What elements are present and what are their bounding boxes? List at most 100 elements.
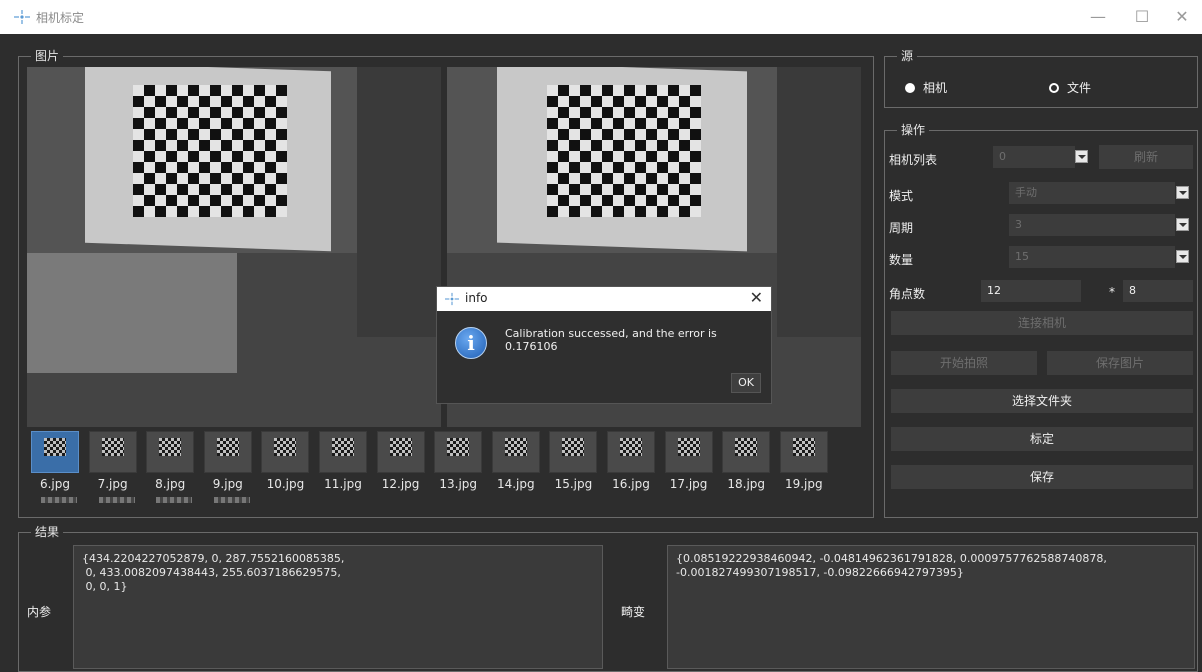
- thumbnail-checkerboard: [44, 438, 66, 456]
- corners-label: 角点数: [889, 287, 926, 301]
- thumbnail-checkerboard: [332, 438, 354, 456]
- thumbnail-checkerboard: [620, 438, 642, 456]
- corners-x-input[interactable]: 12: [981, 280, 1081, 302]
- connect-camera-button[interactable]: 连接相机: [891, 311, 1193, 335]
- thumbnail-image[interactable]: [664, 431, 713, 473]
- intrinsics-textbox[interactable]: {434.2204227052879, 0, 287.7552160085385…: [73, 545, 603, 669]
- dialog-ok-button[interactable]: OK: [731, 373, 761, 393]
- thumbnail-row-partial: [156, 497, 193, 503]
- thumbnail-image[interactable]: [549, 431, 598, 473]
- info-dialog: info ✕ i Calibration successed, and the …: [436, 286, 772, 404]
- mode-dropdown[interactable]: 手动: [1009, 182, 1175, 204]
- radio-selected-icon: [905, 83, 915, 93]
- dialog-titlebar: info ✕: [437, 287, 771, 311]
- results-group-title: 结果: [31, 524, 64, 540]
- thumbnail-checkerboard: [562, 438, 585, 456]
- camera-list-dropdown-icon[interactable]: [1075, 150, 1088, 163]
- refresh-button[interactable]: 刷新: [1099, 145, 1193, 169]
- camera-list-value: 0: [999, 150, 1006, 163]
- distortion-label: 畸变: [621, 605, 646, 619]
- thumbnail-label[interactable]: 6.jpg: [27, 477, 83, 491]
- thumbnail-image[interactable]: [607, 431, 655, 473]
- corners-separator: *: [1109, 285, 1115, 299]
- dialog-close-icon[interactable]: ✕: [750, 288, 763, 307]
- thumbnail-label[interactable]: 12.jpg: [373, 477, 429, 491]
- thumbnail-row-partial: [41, 497, 77, 503]
- thumbnail-label[interactable]: 10.jpg: [257, 477, 313, 491]
- thumbnail-checkerboard: [792, 438, 815, 456]
- thumbnail-image[interactable]: [88, 431, 137, 473]
- thumbnail-label[interactable]: 18.jpg: [718, 477, 774, 491]
- maximize-button[interactable]: ☐: [1122, 4, 1162, 30]
- calibrate-button[interactable]: 标定: [891, 427, 1193, 451]
- app-icon: [14, 10, 30, 24]
- thumbnail-image[interactable]: [31, 431, 79, 473]
- thumbnail-image[interactable]: [722, 431, 771, 473]
- corners-y-input[interactable]: 8: [1123, 280, 1193, 302]
- mode-label: 模式: [889, 189, 914, 203]
- thumbnail-row-partial: [213, 497, 250, 503]
- corners-y-value: 8: [1129, 284, 1136, 297]
- minimize-button[interactable]: —: [1078, 4, 1118, 30]
- file-radio-label: 文件: [1067, 81, 1092, 95]
- thumbnail-image[interactable]: [319, 431, 367, 473]
- camera-radio-label: 相机: [923, 81, 948, 95]
- period-value: 3: [1015, 218, 1022, 231]
- thumbnail-label[interactable]: 8.jpg: [142, 477, 198, 491]
- thumbnail-checkerboard: [101, 438, 124, 456]
- count-value: 15: [1015, 250, 1029, 263]
- count-dropdown[interactable]: 15: [1009, 246, 1175, 268]
- mode-value: 手动: [1015, 186, 1037, 199]
- thumbnail-label[interactable]: 16.jpg: [603, 477, 659, 491]
- close-button[interactable]: ✕: [1162, 4, 1202, 30]
- thumbnail-label[interactable]: 15.jpg: [545, 477, 601, 491]
- camera-radio[interactable]: 相机: [905, 79, 947, 96]
- thumbnail-label[interactable]: 19.jpg: [776, 477, 832, 491]
- save-images-button[interactable]: 保存图片: [1047, 351, 1193, 375]
- thumbnail-checkerboard: [447, 438, 470, 456]
- thumbnail-checkerboard: [677, 438, 700, 456]
- period-dropdown[interactable]: 3: [1009, 214, 1175, 236]
- images-group-title: 图片: [31, 48, 64, 64]
- thumbnail-label[interactable]: 17.jpg: [661, 477, 717, 491]
- thumbnail-image[interactable]: [203, 431, 252, 473]
- thumbnail-image[interactable]: [491, 431, 540, 473]
- save-button[interactable]: 保存: [891, 465, 1193, 489]
- count-label: 数量: [889, 253, 914, 267]
- select-folder-button[interactable]: 选择文件夹: [891, 389, 1193, 413]
- distortion-textbox[interactable]: {0.08519222938460942, -0.048149623617918…: [667, 545, 1195, 669]
- mode-dropdown-icon[interactable]: [1176, 186, 1189, 199]
- thumbnail-image[interactable]: [261, 431, 310, 473]
- thumbnail-checkerboard: [389, 438, 412, 456]
- thumbnail-label[interactable]: 13.jpg: [430, 477, 486, 491]
- operations-group-title: 操作: [897, 122, 930, 138]
- dialog-app-icon: [445, 292, 459, 306]
- thumbnail-label[interactable]: 14.jpg: [488, 477, 544, 491]
- camera-list-dropdown[interactable]: 0: [993, 146, 1075, 168]
- radio-unselected-icon: [1049, 83, 1059, 93]
- operations-group: 操作 相机列表 0 刷新 模式 手动 周期 3 数量 15 角点数 12 * 8…: [884, 122, 1198, 518]
- thumbnail-checkerboard: [735, 438, 758, 456]
- thumbnail-checkerboard: [504, 438, 527, 456]
- source-group-title: 源: [897, 48, 918, 64]
- thumbnail-row-partial: [98, 497, 135, 503]
- thumbnail-label[interactable]: 9.jpg: [200, 477, 256, 491]
- thumbnail-image[interactable]: [779, 431, 828, 473]
- thumbnail-image[interactable]: [146, 431, 195, 473]
- info-icon: i: [455, 327, 487, 359]
- dialog-title: info: [465, 291, 488, 305]
- file-radio[interactable]: 文件: [1049, 79, 1091, 96]
- left-camera-image: [27, 67, 441, 427]
- period-dropdown-icon[interactable]: [1176, 218, 1189, 231]
- results-group: 结果 内参 {434.2204227052879, 0, 287.7552160…: [18, 524, 1198, 672]
- thumbnail-image[interactable]: [434, 431, 483, 473]
- window-title: 相机标定: [36, 11, 85, 25]
- start-capture-button[interactable]: 开始拍照: [891, 351, 1037, 375]
- thumbnail-label[interactable]: 11.jpg: [315, 477, 371, 491]
- thumbnail-image[interactable]: [376, 431, 425, 473]
- dialog-message: Calibration successed, and the error is …: [505, 327, 717, 353]
- source-group: 源 相机 文件: [884, 48, 1198, 108]
- thumbnail-checkerboard: [216, 438, 239, 456]
- count-dropdown-icon[interactable]: [1176, 250, 1189, 263]
- thumbnail-label[interactable]: 7.jpg: [85, 477, 141, 491]
